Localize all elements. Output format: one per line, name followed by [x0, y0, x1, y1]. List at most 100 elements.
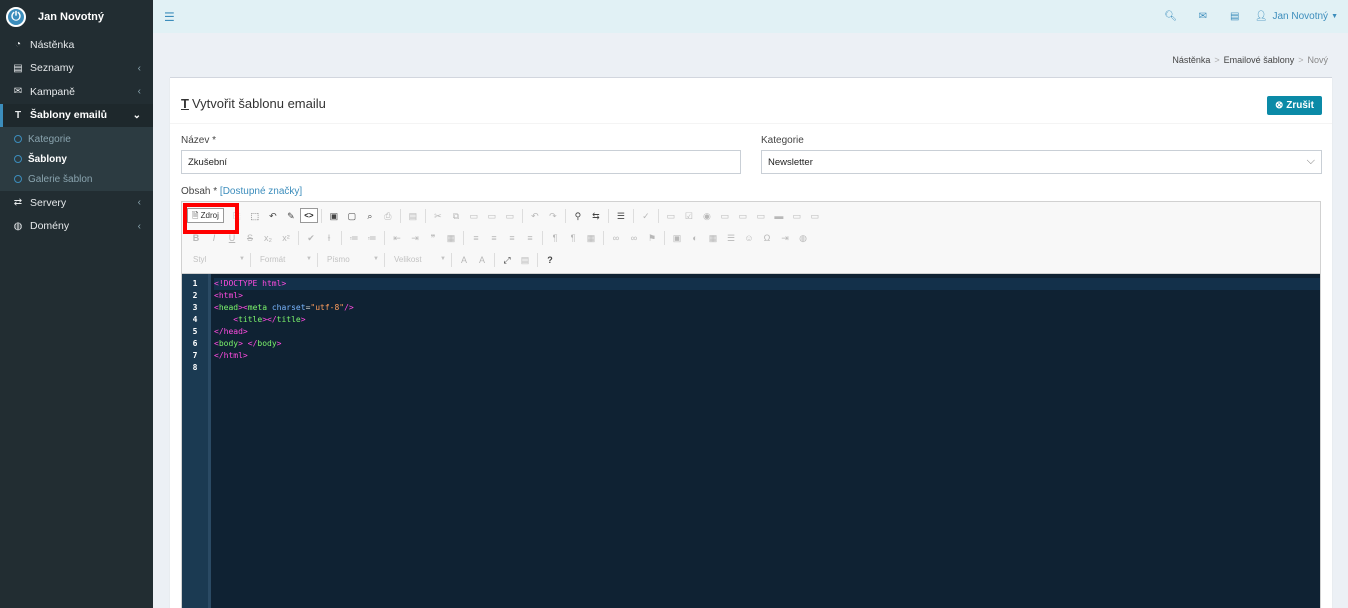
indent-icon[interactable]: ⇥ [406, 230, 424, 246]
superscript-icon[interactable]: x² [277, 230, 295, 246]
size-combo[interactable]: Velikost ▼ [388, 255, 448, 264]
brand[interactable]: ⏻ Jan Novotný [0, 0, 153, 33]
strike-icon[interactable]: S [241, 230, 259, 246]
select-all-icon[interactable]: ⬚ [246, 208, 264, 224]
user-menu[interactable]: 👤︎ Jan Novotný ▼ [1255, 11, 1338, 22]
radio-icon[interactable]: ◉ [698, 208, 716, 224]
save-icon[interactable]: ▣ [325, 208, 343, 224]
breadcrumb-item[interactable]: Emailové šablony [1224, 55, 1295, 65]
bold-icon[interactable]: B [187, 230, 205, 246]
code-text[interactable]: <!DOCTYPE html> <html> <head><meta chars… [211, 274, 1320, 608]
submenu-item-kategorie[interactable]: Kategorie [0, 129, 153, 149]
blockquote-icon[interactable]: ❞ [424, 230, 442, 246]
chevron-down-icon: ⌄ [132, 109, 141, 121]
show-blocks-icon[interactable]: ▤ [516, 252, 534, 268]
paste-icon[interactable]: ▭ [465, 208, 483, 224]
envelope-icon[interactable]: ✉ [1187, 11, 1219, 22]
hamburger-icon[interactable]: ☰ [164, 10, 175, 24]
category-select[interactable]: Newsletter ⌵ [761, 150, 1322, 174]
bullet-list-icon[interactable]: ≔ [363, 230, 381, 246]
templates-icon[interactable]: ▤ [404, 208, 422, 224]
cut-icon[interactable]: ✂ [429, 208, 447, 224]
spellcheck-icon[interactable]: ✓ [637, 208, 655, 224]
sidebar-item-nastenka[interactable]: ◔ Nástěnka [0, 33, 153, 57]
copy-format-icon[interactable]: ✔ [302, 230, 320, 246]
chevron-left-icon: ‹ [137, 62, 141, 74]
line-number: 1 [192, 279, 198, 288]
remove-format-icon[interactable]: ✎ [282, 208, 300, 224]
preview-icon[interactable]: ⌕ [361, 208, 379, 224]
italic-icon[interactable]: I [205, 230, 223, 246]
form-icon[interactable]: ▭ [662, 208, 680, 224]
name-input[interactable]: Zkušební [181, 150, 741, 174]
text-color-icon[interactable]: A [455, 252, 473, 268]
horizontal-line-icon[interactable]: ☰ [722, 230, 740, 246]
replace-icon[interactable]: ⇆ [587, 208, 605, 224]
available-tags-link[interactable]: [Dostupné značky] [220, 186, 302, 197]
image-button-icon[interactable]: ▭ [788, 208, 806, 224]
bg-color-icon[interactable]: A [473, 252, 491, 268]
link-icon[interactable]: ∞ [607, 230, 625, 246]
line-number: 8 [192, 363, 198, 372]
style-combo[interactable]: Styl ▼ [187, 255, 247, 264]
table-icon[interactable]: ▦ [704, 230, 722, 246]
button-field-icon[interactable]: ▬ [770, 208, 788, 224]
image-icon[interactable]: ▣ [668, 230, 686, 246]
textarea-icon[interactable]: ▭ [734, 208, 752, 224]
code-toggle-icon[interactable]: <> [299, 208, 318, 223]
language-icon[interactable]: ▦ [582, 230, 600, 246]
ltr-icon[interactable]: ¶ [546, 230, 564, 246]
sidebar-item-seznamy[interactable]: ▤ Seznamy ‹ [0, 57, 153, 81]
sidebar-item-sablony-emailu[interactable]: T Šablony emailů ⌄ [0, 103, 153, 127]
paste-text-icon[interactable]: ▭ [483, 208, 501, 224]
new-page-icon[interactable]: ▢ [343, 208, 361, 224]
align-left-icon[interactable]: ≡ [467, 230, 485, 246]
textfield-icon[interactable]: ▭ [716, 208, 734, 224]
breadcrumb-item[interactable]: Nástěnka [1172, 55, 1210, 65]
cancel-button[interactable]: ⊗ Zrušit [1267, 96, 1322, 115]
redo-icon[interactable]: ↷ [544, 208, 562, 224]
paste-icon[interactable]: ⎘ [228, 208, 246, 224]
page-break-icon[interactable]: ⇥ [776, 230, 794, 246]
sidebar-item-kampane[interactable]: ✉ Kampaně ‹ [0, 80, 153, 104]
subscript-icon[interactable]: x₂ [259, 230, 277, 246]
numbered-list-icon[interactable]: ≔ [345, 230, 363, 246]
format-combo[interactable]: Formát ▼ [254, 255, 314, 264]
font-combo[interactable]: Písmo ▼ [321, 255, 381, 264]
undo-icon[interactable]: ↶ [526, 208, 544, 224]
rtl-icon[interactable]: ¶ [564, 230, 582, 246]
copy-icon[interactable]: ⧉ [447, 208, 465, 224]
submenu-item-galerie[interactable]: Galerie šablon [0, 169, 153, 189]
checkbox-icon[interactable]: ☑ [680, 208, 698, 224]
hidden-field-icon[interactable]: ▭ [806, 208, 824, 224]
undo-format-icon[interactable]: ↶ [264, 208, 282, 224]
source-icon: 🗎︎ [192, 211, 199, 220]
smiley-icon[interactable]: ☺ [740, 230, 758, 246]
select-field-icon[interactable]: ▭ [752, 208, 770, 224]
clear-format-icon[interactable]: Ɨ [320, 230, 338, 246]
anchor-icon[interactable]: ⚑ [643, 230, 661, 246]
search-icon[interactable]: 🔍︎ [1155, 11, 1187, 22]
justify-icon[interactable]: ≡ [521, 230, 539, 246]
submenu-item-sablony[interactable]: Šablony [0, 149, 153, 169]
special-char-icon[interactable]: Ω [758, 230, 776, 246]
find-icon[interactable]: ⚲ [569, 208, 587, 224]
iframe-icon[interactable]: ◍ [794, 230, 812, 246]
print-icon[interactable]: ⎙ [379, 208, 397, 224]
sidebar-item-servery[interactable]: ⇄ Servery ‹ [0, 191, 153, 215]
underline-icon[interactable]: U [223, 230, 241, 246]
unlink-icon[interactable]: ∞ [625, 230, 643, 246]
align-right-icon[interactable]: ≡ [503, 230, 521, 246]
align-center-icon[interactable]: ≡ [485, 230, 503, 246]
code-area[interactable]: 1 2 3 4 5 6 7 8 <!DOCTYPE html> <html> <… [182, 274, 1320, 608]
help-icon[interactable]: ? [541, 252, 559, 268]
flash-icon[interactable]: ◐ [686, 230, 704, 246]
source-button[interactable]: 🗎︎ Zdroj [187, 208, 224, 223]
select-all-icon[interactable]: ☰ [612, 208, 630, 224]
server-icon[interactable]: ▤ [1219, 11, 1251, 22]
sidebar-item-domeny[interactable]: ◍ Domény ‹ [0, 215, 153, 239]
div-icon[interactable]: ▦ [442, 230, 460, 246]
maximize-icon[interactable]: ⤢ [498, 252, 516, 268]
paste-word-icon[interactable]: ▭ [501, 208, 519, 224]
outdent-icon[interactable]: ⇤ [388, 230, 406, 246]
